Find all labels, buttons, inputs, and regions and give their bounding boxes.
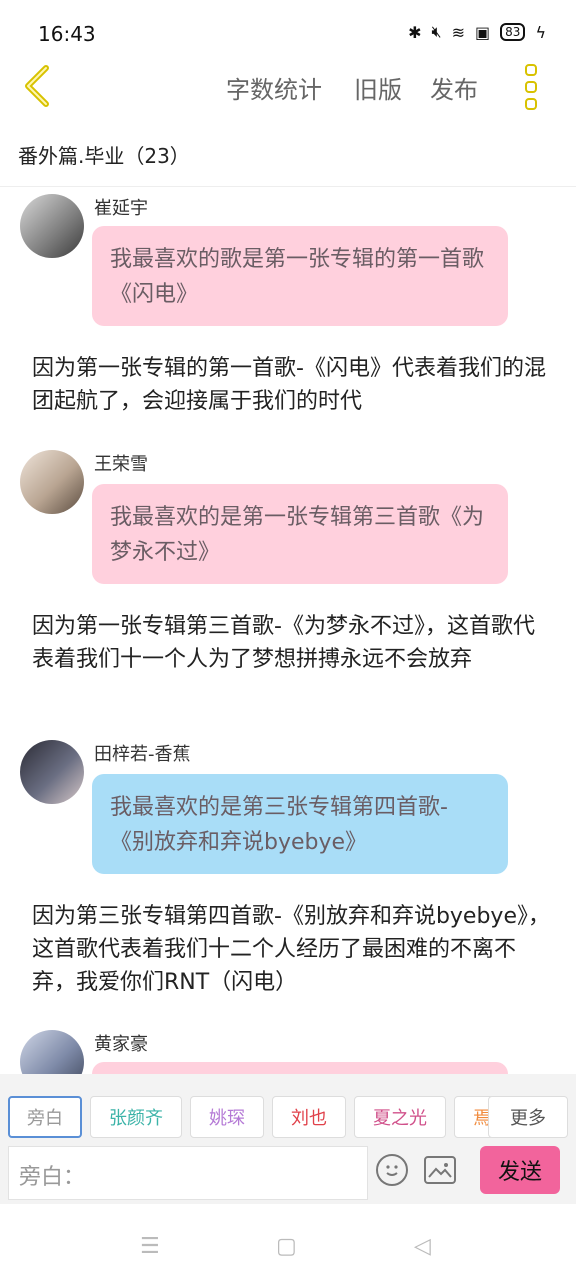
composer-panel: 旁白 张颜齐 姚琛 刘也 夏之光 焉 更多 旁白： 发送 <box>0 1074 576 1204</box>
narration-text[interactable]: 因为第一张专辑第三首歌-《为梦永不过》，这首歌代表着我们十一个人为了梦想拼搏永远… <box>32 610 552 676</box>
speaker-name: 崔延宇 <box>94 198 148 219</box>
chevron-left-icon <box>25 65 49 107</box>
publish-button[interactable]: 发布 <box>430 70 478 105</box>
role-chip-narration[interactable]: 旁白 <box>8 1096 82 1138</box>
picture-icon <box>428 1163 452 1178</box>
status-icons: ✱ 🔇︎ ≋ ▣ 83 ϟ <box>408 22 546 42</box>
role-selector: 旁白 张颜齐 姚琛 刘也 夏之光 焉 更多 <box>0 1096 576 1142</box>
more-menu-button[interactable] <box>520 64 542 110</box>
speaker-name: 黄家豪 <box>94 1034 148 1055</box>
dot-icon <box>525 81 537 93</box>
top-toolbar: 字数统计 旧版 发布 <box>0 60 576 116</box>
status-bar: 16:43 ✱ 🔇︎ ≋ ▣ 83 ϟ <box>0 0 576 64</box>
emoji-icon[interactable] <box>376 1154 408 1186</box>
back-button[interactable] <box>20 64 60 108</box>
chat-content[interactable]: 崔延宇 我最喜欢的歌是第一张专辑的第一首歌《闪电》 因为第一张专辑的第一首歌-《… <box>0 188 576 1074</box>
role-chip-label: 刘也 <box>291 1108 327 1129</box>
speaker-name: 王荣雪 <box>94 454 148 475</box>
image-icon[interactable] <box>424 1156 456 1184</box>
role-chip[interactable]: 姚琛 <box>190 1096 264 1138</box>
divider <box>0 186 576 187</box>
charging-icon: ϟ <box>535 22 546 42</box>
role-chip[interactable]: 张颜齐 <box>90 1096 182 1138</box>
battery-indicator: 83 <box>500 23 526 41</box>
message-bubble[interactable] <box>92 1062 508 1074</box>
message-bubble[interactable]: 我最喜欢的是第三张专辑第四首歌-《别放弃和弃说byebye》 <box>92 774 508 874</box>
home-icon[interactable]: ▢ <box>276 1234 297 1259</box>
avatar[interactable] <box>20 194 84 258</box>
role-chip-label: 姚琛 <box>209 1108 245 1129</box>
status-time: 16:43 <box>38 22 96 46</box>
input-row: 旁白： 发送 <box>0 1146 576 1200</box>
message-input[interactable]: 旁白： <box>8 1146 368 1200</box>
role-chip-label: 张颜齐 <box>109 1108 163 1129</box>
sim-icon: ▣ <box>475 22 491 42</box>
more-roles-label: 更多 <box>510 1108 546 1129</box>
message-bubble[interactable]: 我最喜欢的歌是第一张专辑的第一首歌《闪电》 <box>92 226 508 326</box>
bluetooth-icon: ✱ <box>408 22 422 42</box>
smile-icon <box>386 1165 398 1176</box>
system-nav-bar: ☰ ▢ ◁ <box>0 1204 576 1280</box>
narration-text[interactable]: 因为第一张专辑的第一首歌-《闪电》代表着我们的混团起航了，会迎接属于我们的时代 <box>32 352 552 418</box>
dot-icon <box>525 98 537 110</box>
avatar[interactable] <box>20 1030 84 1074</box>
mute-icon: 🔇︎ <box>431 22 442 41</box>
avatar[interactable] <box>20 740 84 804</box>
dot-icon <box>525 64 537 76</box>
message-bubble[interactable]: 我最喜欢的是第一张专辑第三首歌《为梦永不过》 <box>92 484 508 584</box>
role-chip-label: 旁白 <box>27 1108 63 1129</box>
back-nav-icon[interactable]: ◁ <box>414 1234 431 1259</box>
role-chip[interactable]: 夏之光 <box>354 1096 446 1138</box>
speaker-name: 田梓若-香蕉 <box>94 744 191 765</box>
role-chip-label: 夏之光 <box>373 1108 427 1129</box>
menu-icon[interactable]: ☰ <box>140 1234 160 1259</box>
avatar[interactable] <box>20 450 84 514</box>
send-button[interactable]: 发送 <box>480 1146 560 1194</box>
chapter-title: 番外篇.毕业（23） <box>18 144 190 168</box>
word-count-button[interactable]: 字数统计 <box>226 70 322 105</box>
role-chip[interactable]: 刘也 <box>272 1096 346 1138</box>
more-roles-button[interactable]: 更多 <box>488 1096 568 1138</box>
old-version-button[interactable]: 旧版 <box>354 70 402 105</box>
wifi-icon: ≋ <box>451 22 466 42</box>
narration-text[interactable]: 因为第三张专辑第四首歌-《别放弃和弃说byebye》，这首歌代表着我们十二个人经… <box>32 900 552 999</box>
